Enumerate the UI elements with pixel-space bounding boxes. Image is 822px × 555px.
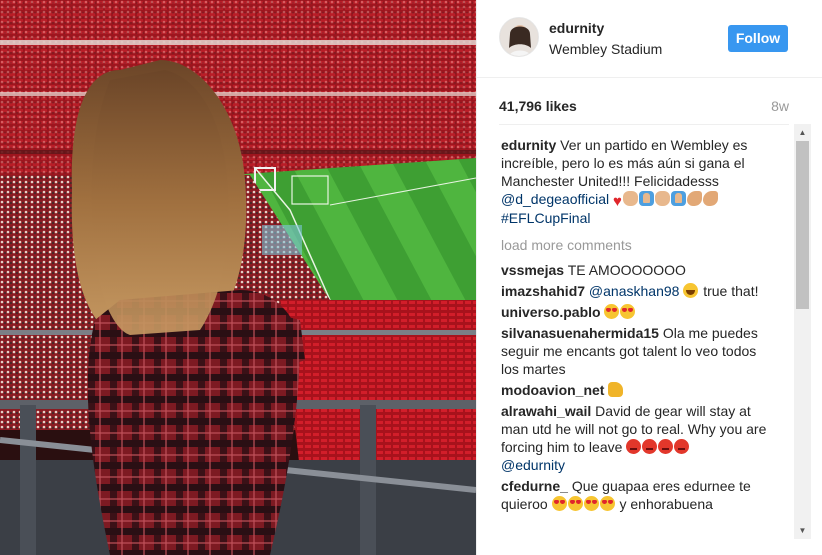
comment-item: universo.pablo [501,303,773,321]
heart-eyes-emoji [551,496,567,511]
comment-item: alrawahi_wail David de gear will stay at… [501,402,773,474]
comment-text: TE AMOOOOOOO [567,262,686,278]
comment-username[interactable]: cfedurne_ [501,478,568,494]
stadium-photo-illustration [0,0,476,555]
comment-item: silvanasuenahermida15 Ola me puedes segu… [501,324,773,378]
clapping-emoji [654,191,670,206]
comment-username[interactable]: modoavion_net [501,382,604,398]
comment-username[interactable]: imazshahid7 [501,283,585,299]
comment-text: true that! [703,283,759,299]
arrow-down-icon[interactable]: ▼ [794,522,811,539]
trophy-emoji [670,191,686,206]
follow-button[interactable]: Follow [728,25,788,52]
arrow-up-icon[interactable]: ▲ [794,124,811,141]
post-header: edurnity Wembley Stadium Follow [477,0,822,78]
laughing-emoji [683,283,699,298]
comment-mention[interactable]: @anaskhan98 [589,283,680,299]
load-more-comments-link[interactable]: load more comments [501,236,773,254]
flexed-biceps-emoji [686,191,702,206]
post-photo[interactable] [0,0,476,555]
heart-emoji: ♥ [613,193,622,210]
comment-item: modoavion_net [501,381,773,399]
likes-row: 41,796 likes 8w [499,98,789,118]
thumbs-up-emoji [608,382,624,397]
comment-username[interactable]: silvanasuenahermida15 [501,325,659,341]
flexed-biceps-emoji [702,191,718,206]
heart-eyes-emoji [599,496,615,511]
scrollbar-thumb[interactable] [796,141,809,309]
comment-username[interactable]: vssmejas [501,262,564,278]
heart-eyes-emoji [620,304,636,319]
divider [499,124,789,125]
heart-eyes-emoji [567,496,583,511]
likes-count[interactable]: 41,796 likes [499,98,577,114]
profile-photo [500,18,538,56]
comment-username[interactable]: universo.pablo [501,304,601,320]
heart-eyes-emoji [583,496,599,511]
comments-scrollbar[interactable]: ▲ ▼ [794,124,811,539]
comment-text-after: y enhorabuena [619,496,713,512]
trophy-emoji [638,191,654,206]
caption-username[interactable]: edurnity [501,137,556,153]
location-link[interactable]: Wembley Stadium [549,41,662,57]
caption: edurnity Ver un partido en Wembley es in… [501,136,773,227]
angry-face-emoji [658,439,674,454]
post-age[interactable]: 8w [771,98,789,114]
post-side-panel: edurnity Wembley Stadium Follow 41,796 l… [476,0,822,555]
username-link[interactable]: edurnity [549,20,604,36]
comment-item: cfedurne_ Que guapaa eres edurnee te qui… [501,477,773,513]
caption-mention[interactable]: @d_degeaofficial [501,191,609,207]
comment-item: vssmejas TE AMOOOOOOO [501,261,773,279]
caption-hashtag[interactable]: #EFLCupFinal [501,210,591,226]
comment-item: imazshahid7 @anaskhan98 true that! [501,282,773,300]
heart-eyes-emoji [604,304,620,319]
comments-list: edurnity Ver un partido en Wembley es in… [501,136,773,536]
comment-mention[interactable]: @edurnity [501,457,565,473]
angry-face-emoji [642,439,658,454]
avatar[interactable] [499,17,539,57]
clapping-emoji [622,191,638,206]
comment-username[interactable]: alrawahi_wail [501,403,591,419]
angry-face-emoji [674,439,690,454]
angry-face-emoji [626,439,642,454]
